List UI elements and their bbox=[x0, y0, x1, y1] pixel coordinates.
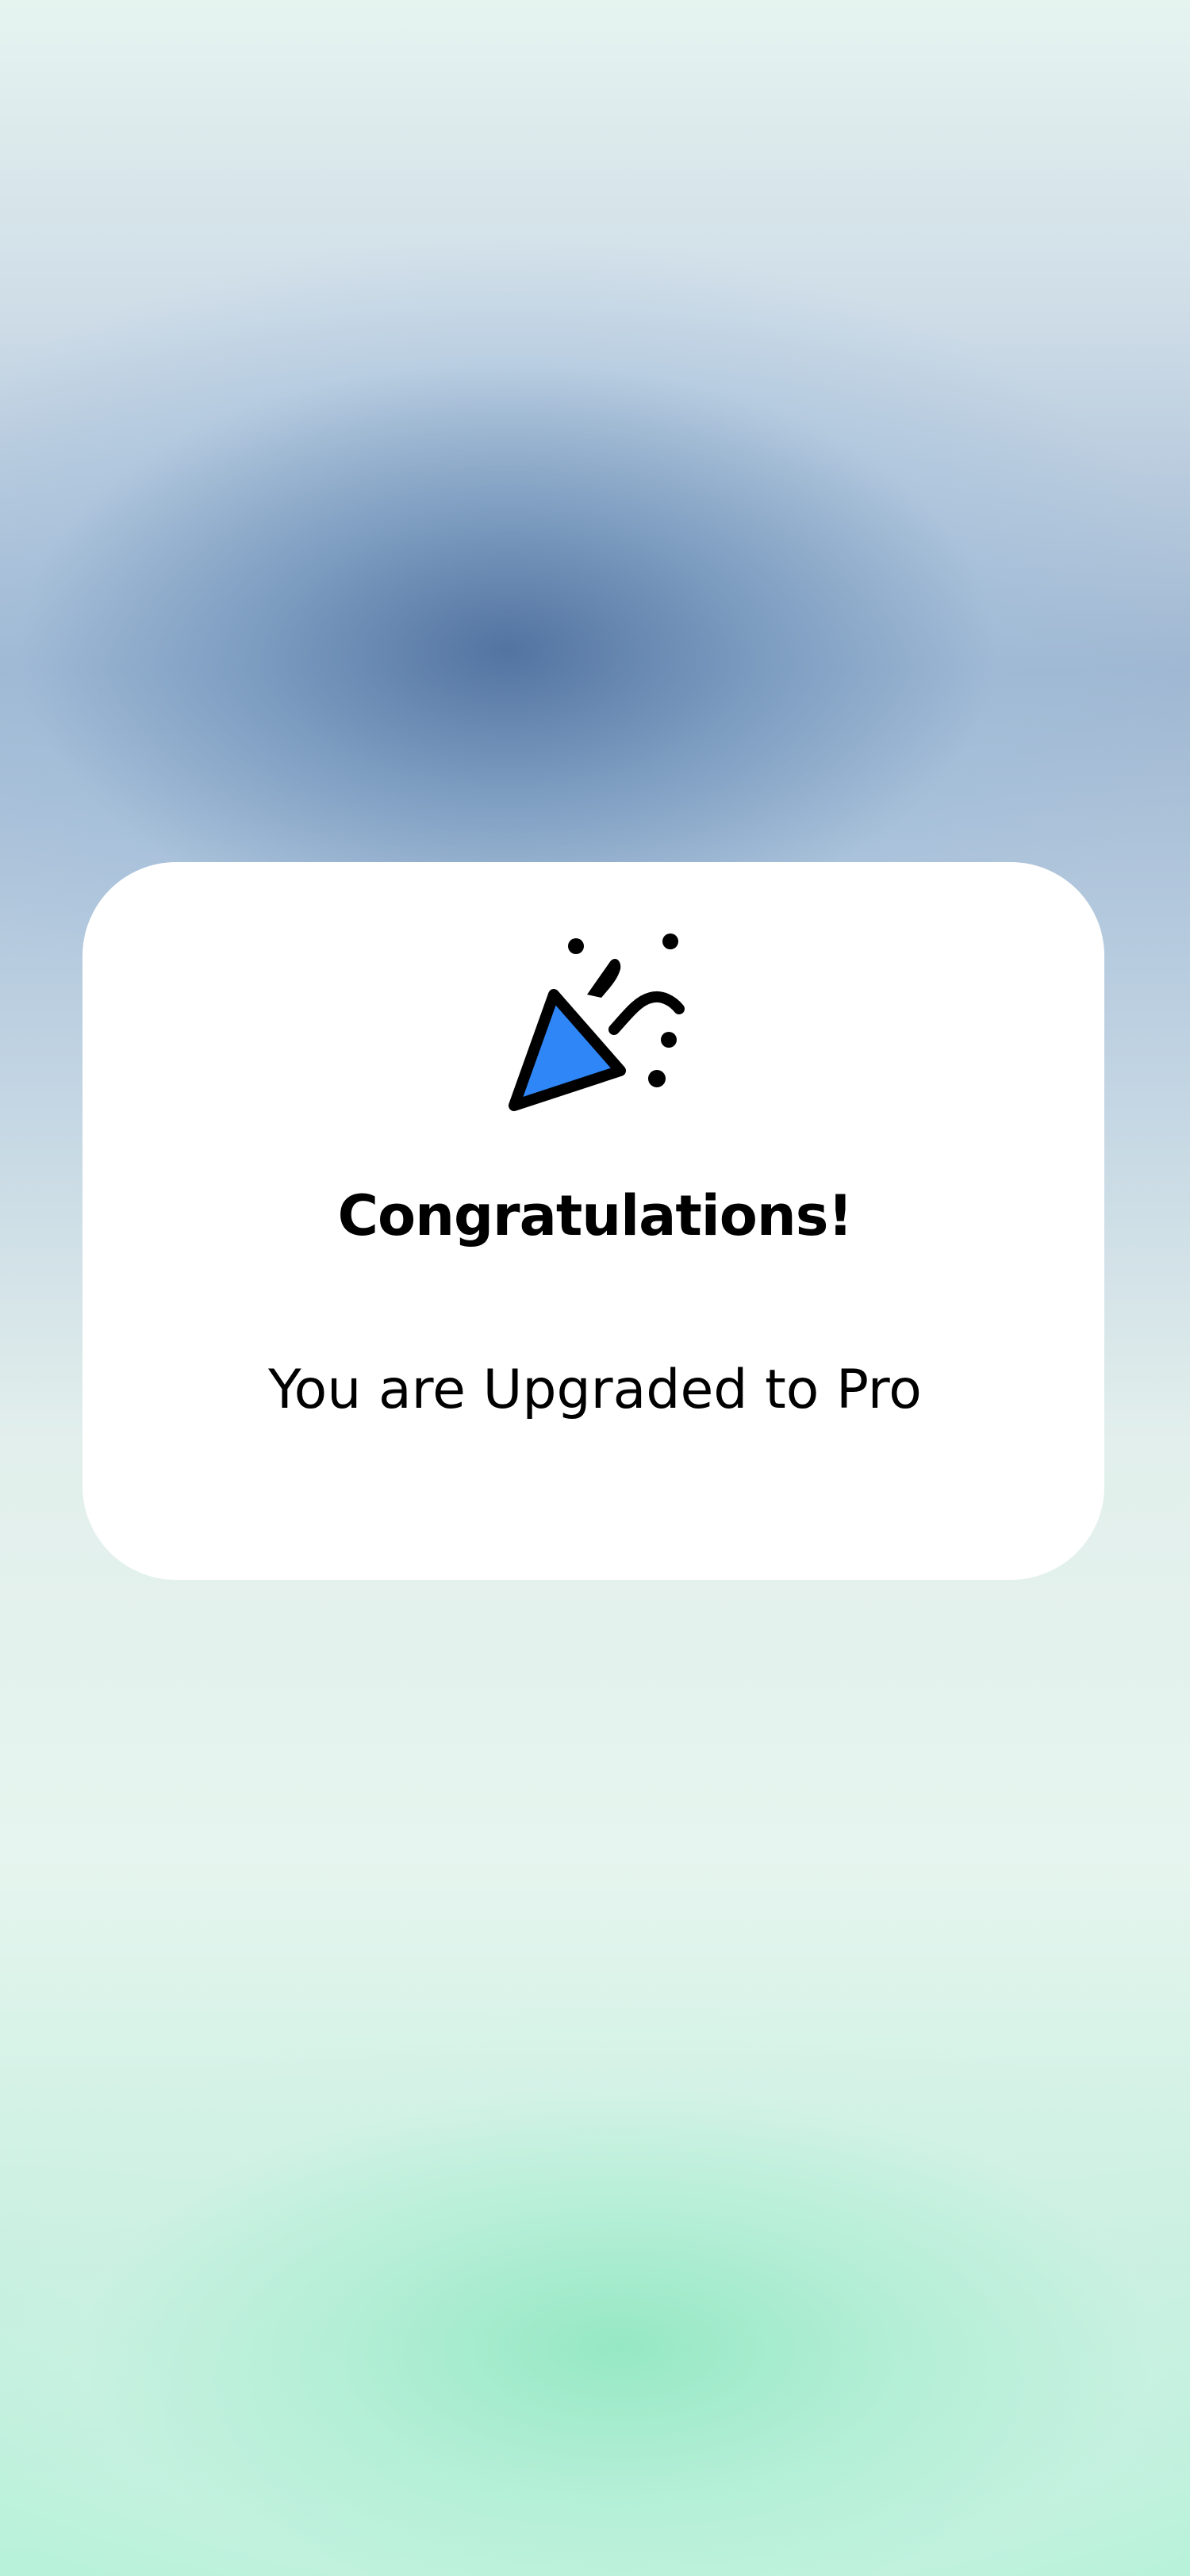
dialog-message: You are Upgraded to Pro bbox=[268, 1359, 922, 1421]
dialog-title: Congratulations! bbox=[337, 1183, 854, 1248]
party-popper-icon bbox=[497, 925, 693, 1115]
